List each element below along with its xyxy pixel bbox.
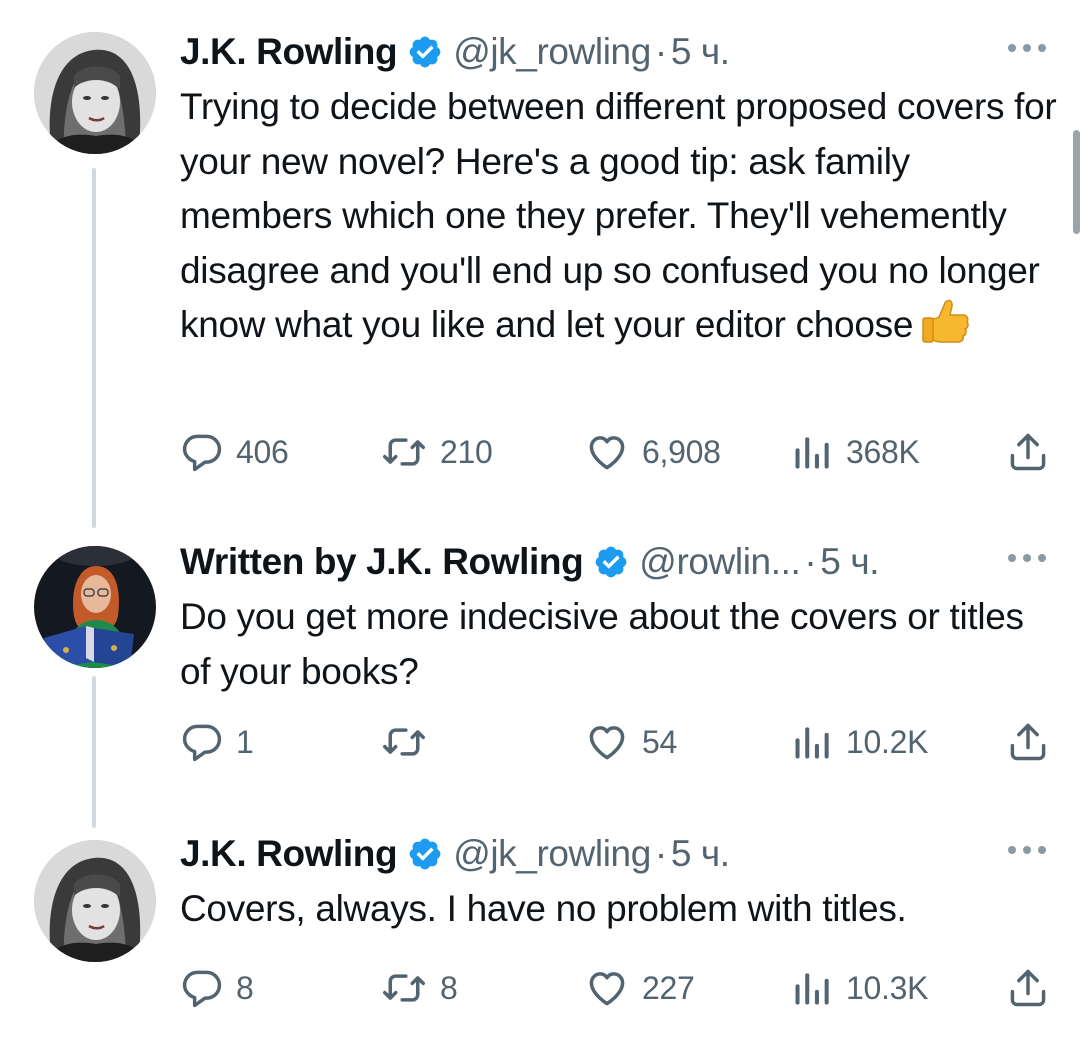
tweet-content: Written by J.K. Rowling @rowlin... · 5 ч…: [180, 536, 1060, 699]
share-icon: [1006, 966, 1050, 1010]
like-icon: [584, 720, 630, 764]
thumbs-up-icon: [922, 300, 969, 344]
reply-button[interactable]: 1: [180, 720, 254, 764]
display-name[interactable]: Written by J.K. Rowling: [180, 541, 584, 583]
verified-badge-icon[interactable]: [407, 836, 443, 872]
reply-count: 8: [236, 969, 254, 1006]
like-count: 54: [642, 723, 677, 760]
more-options-icon[interactable]: [1004, 38, 1050, 58]
views-count: 10.2K: [846, 723, 929, 760]
reply-button[interactable]: 8: [180, 966, 254, 1010]
like-count: 6,908: [642, 433, 721, 470]
share-button[interactable]: [1006, 720, 1050, 764]
reply-count: 406: [236, 433, 289, 470]
tweet-header: Written by J.K. Rowling @rowlin... · 5 ч…: [180, 536, 1060, 588]
repost-icon: [380, 966, 428, 1010]
repost-count: 210: [440, 433, 493, 470]
like-button[interactable]: 54: [584, 720, 677, 764]
tweet-header: J.K. Rowling @jk_rowling · 5 ч.: [180, 26, 1060, 78]
repost-count: 8: [440, 969, 458, 1006]
timestamp[interactable]: 5 ч.: [671, 833, 730, 875]
reply-count: 1: [236, 723, 254, 760]
display-name[interactable]: J.K. Rowling: [180, 833, 398, 875]
share-button[interactable]: [1006, 430, 1050, 474]
views-button[interactable]: 10.2K: [790, 720, 928, 764]
separator: ·: [804, 541, 817, 582]
views-icon: [790, 430, 834, 474]
verified-badge-icon[interactable]: [407, 34, 443, 70]
timestamp[interactable]: 5 ч.: [671, 31, 730, 73]
views-icon: [790, 966, 834, 1010]
views-icon: [790, 720, 834, 764]
share-button[interactable]: [1006, 966, 1050, 1010]
avatar[interactable]: [34, 840, 156, 962]
reply-icon: [180, 430, 224, 474]
tweet-text: Covers, always. I have no problem with t…: [180, 888, 907, 929]
scrollbar[interactable]: [1073, 130, 1080, 234]
verified-badge-icon[interactable]: [593, 544, 629, 580]
repost-icon: [380, 720, 428, 764]
tweet-header: J.K. Rowling @jk_rowling · 5 ч.: [180, 828, 1060, 880]
views-button[interactable]: 368K: [790, 430, 920, 474]
avatar[interactable]: [34, 32, 156, 154]
avatar-photo: [34, 840, 156, 962]
like-button[interactable]: 227: [584, 966, 695, 1010]
repost-button[interactable]: 210: [380, 430, 493, 474]
tweet-actions: 1 54 10.2K: [0, 720, 1090, 764]
reply-button[interactable]: 406: [180, 430, 289, 474]
tweet[interactable]: Written by J.K. Rowling @rowlin... · 5 ч…: [0, 536, 1090, 786]
tweet-content: J.K. Rowling @jk_rowling · 5 ч. Trying t…: [180, 26, 1060, 353]
reply-icon: [180, 966, 224, 1010]
repost-button[interactable]: [380, 720, 440, 764]
timestamp[interactable]: 5 ч.: [820, 541, 879, 583]
tweet-actions: 406 210 6,908 368K: [0, 430, 1090, 474]
tweet[interactable]: J.K. Rowling @jk_rowling · 5 ч. Trying t…: [0, 26, 1090, 496]
tweet-text: Do you get more indecisive about the cov…: [180, 596, 1034, 692]
like-icon: [584, 966, 630, 1010]
views-count: 368K: [846, 433, 920, 470]
separator: ·: [654, 31, 667, 72]
handle[interactable]: @jk_rowling: [453, 31, 651, 73]
tweet-actions: 8 8 227 10.3K: [0, 966, 1090, 1010]
share-icon: [1006, 720, 1050, 764]
reply-icon: [180, 720, 224, 764]
avatar-photo: [34, 546, 156, 668]
avatar-photo: [34, 32, 156, 154]
avatar[interactable]: [34, 546, 156, 668]
separator: ·: [654, 833, 667, 874]
tweet-content: J.K. Rowling @jk_rowling · 5 ч. Covers, …: [180, 828, 1060, 937]
views-count: 10.3K: [846, 969, 929, 1006]
handle[interactable]: @rowlin...: [639, 541, 800, 583]
share-icon: [1006, 430, 1050, 474]
like-button[interactable]: 6,908: [584, 430, 721, 474]
views-button[interactable]: 10.3K: [790, 966, 928, 1010]
like-icon: [584, 430, 630, 474]
handle[interactable]: @jk_rowling: [453, 833, 651, 875]
repost-button[interactable]: 8: [380, 966, 458, 1010]
display-name[interactable]: J.K. Rowling: [180, 31, 398, 73]
tweet-text: Trying to decide between different propo…: [180, 80, 1060, 353]
repost-icon: [380, 430, 428, 474]
more-options-icon[interactable]: [1004, 548, 1050, 568]
like-count: 227: [642, 969, 695, 1006]
tweet[interactable]: J.K. Rowling @jk_rowling · 5 ч. Covers, …: [0, 828, 1090, 1028]
more-options-icon[interactable]: [1004, 840, 1050, 860]
